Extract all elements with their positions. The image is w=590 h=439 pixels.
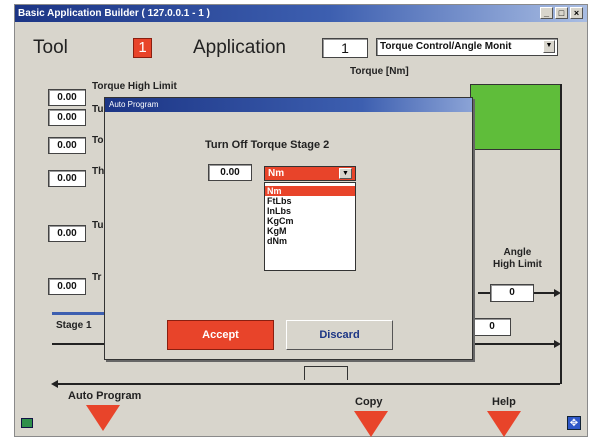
- help-label: Help: [492, 396, 516, 408]
- unit-option[interactable]: dNm: [265, 236, 355, 246]
- unit-chevron-down-icon[interactable]: ▼: [339, 168, 352, 179]
- application-mode-select[interactable]: Torque Control/Angle Monit: [376, 38, 558, 56]
- param-field-5[interactable]: 0.00: [48, 225, 86, 242]
- angle-high-limit-field[interactable]: 0: [490, 284, 534, 302]
- unit-option[interactable]: KgCm: [265, 216, 355, 226]
- copy-label: Copy: [355, 396, 383, 408]
- param-field-2[interactable]: 0.00: [48, 109, 86, 126]
- param-label-5: Tu: [92, 220, 104, 231]
- param-field-4[interactable]: 0.00: [48, 170, 86, 187]
- unit-option[interactable]: KgM: [265, 226, 355, 236]
- unit-option[interactable]: FtLbs: [265, 196, 355, 206]
- close-button[interactable]: ×: [570, 7, 583, 19]
- angle-high-limit-label: Angle High Limit: [493, 247, 542, 270]
- angle-limit-line-right: [534, 292, 554, 294]
- param-label-4: Th: [92, 166, 105, 177]
- window-title: Basic Application Builder ( 127.0.0.1 - …: [15, 5, 587, 22]
- auto-program-button[interactable]: [86, 405, 120, 431]
- chevron-down-icon[interactable]: ▼: [543, 40, 555, 53]
- dialog-value-field[interactable]: 0.00: [208, 164, 252, 181]
- discard-button[interactable]: Discard: [286, 320, 393, 350]
- param-field-3[interactable]: 0.00: [48, 137, 86, 154]
- application-number-field[interactable]: 1: [322, 38, 368, 58]
- angle-field-2[interactable]: 0: [473, 318, 511, 336]
- torque-high-limit-label: Torque High Limit: [92, 81, 177, 92]
- param-label-2: Tu: [92, 104, 104, 115]
- unit-dropdown-list: Nm FtLbs InLbs KgCm KgM dNm: [264, 182, 356, 271]
- unit-option[interactable]: InLbs: [265, 206, 355, 216]
- unit-option[interactable]: Nm: [265, 186, 355, 196]
- torque-window-zone: [470, 84, 562, 150]
- unit-select-value: Nm: [268, 168, 285, 179]
- application-label: Application: [193, 37, 286, 58]
- graph-right-edge: [560, 84, 562, 384]
- stage-arrow-right-icon: [554, 340, 561, 348]
- param-field-6[interactable]: 0.00: [48, 278, 86, 295]
- angle-limit-line-left: [478, 292, 490, 294]
- arrow-left-icon: [51, 380, 58, 388]
- save-icon[interactable]: [21, 418, 33, 428]
- auto-program-label: Auto Program: [68, 390, 142, 402]
- torque-axis-label: Torque [Nm]: [350, 66, 409, 77]
- tool-label: Tool: [33, 37, 68, 58]
- help-button[interactable]: [487, 411, 521, 437]
- torque-high-limit-field[interactable]: 0.00: [48, 89, 86, 106]
- application-mode-value: Torque Control/Angle Monit: [380, 41, 512, 52]
- param-label-6: Tr: [92, 272, 102, 283]
- arrow-right-icon: [554, 289, 561, 297]
- dialog-heading: Turn Off Torque Stage 2: [205, 139, 330, 151]
- copy-button[interactable]: [354, 411, 388, 437]
- maximize-button[interactable]: □: [555, 7, 568, 19]
- stage-label: Stage 1: [56, 320, 92, 331]
- minimize-button[interactable]: _: [540, 7, 553, 19]
- network-icon[interactable]: ✥: [567, 416, 581, 430]
- param-label-3: To: [92, 135, 104, 146]
- bottom-bracket: [304, 366, 348, 380]
- bottom-axis-line: [58, 383, 560, 385]
- accept-button[interactable]: Accept: [167, 320, 274, 350]
- dialog-title: Auto Program: [105, 98, 472, 112]
- tool-number-button[interactable]: 1: [133, 38, 152, 58]
- stage-indicator-bar: [52, 312, 104, 315]
